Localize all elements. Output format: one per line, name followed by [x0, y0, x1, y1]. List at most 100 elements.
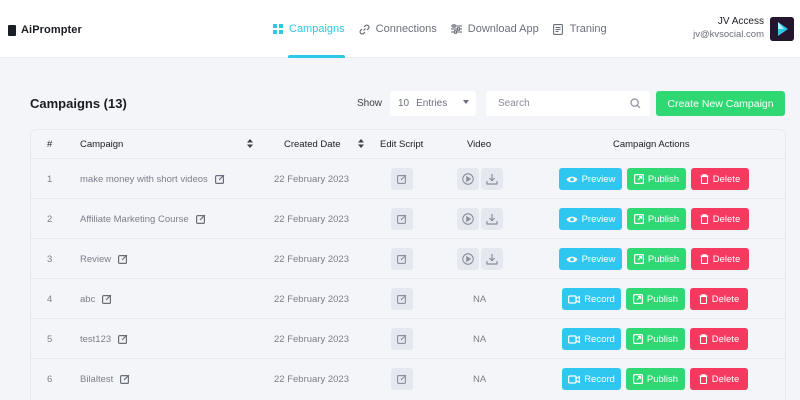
edit-script-cell [391, 359, 413, 399]
publish-icon [633, 174, 644, 184]
publish-button[interactable]: Publish [627, 248, 686, 270]
search-icon[interactable] [630, 98, 641, 109]
delete-button[interactable]: Delete [691, 168, 749, 190]
download-video-button[interactable] [481, 208, 503, 230]
nav-label-download-app: Download App [467, 23, 539, 35]
search-box [486, 91, 650, 116]
campaign-name-cell: Review [80, 239, 128, 279]
publish-icon [632, 334, 643, 344]
campaign-actions: Preview Publish Delete [559, 159, 749, 199]
preview-button[interactable]: Preview [559, 168, 622, 190]
campaign-name[interactable]: Review [80, 254, 111, 265]
campaigns-table: # Campaign Created Date Edit Script Vide… [30, 129, 786, 400]
publish-label: Publish [646, 333, 679, 345]
edit-script-button[interactable] [391, 368, 413, 390]
publish-icon [633, 254, 644, 264]
sort-icon[interactable] [247, 139, 253, 148]
edit-name-icon[interactable] [214, 174, 225, 184]
sliders-icon [450, 24, 462, 35]
avatar-play-icon [770, 17, 794, 41]
show-label: Show [357, 98, 383, 109]
edit-script-button[interactable] [391, 328, 413, 350]
edit-script-cell [391, 199, 413, 239]
header-campaign[interactable]: Campaign [80, 139, 123, 150]
edit-script-cell [391, 239, 413, 279]
edit-icon [397, 254, 407, 264]
edit-name-icon[interactable] [102, 294, 112, 304]
play-video-button[interactable] [457, 208, 479, 230]
play-video-button[interactable] [457, 248, 479, 270]
nav-item-connections[interactable]: Connections [359, 0, 437, 58]
video-cell [457, 199, 503, 239]
campaign-name-cell: Bilaltest [80, 359, 130, 399]
edit-icon [397, 334, 407, 344]
publish-button[interactable]: Publish [626, 288, 685, 310]
play-video-button[interactable] [457, 168, 479, 190]
publish-button[interactable]: Publish [627, 168, 686, 190]
created-date: 22 February 2023 [274, 333, 349, 345]
campaign-actions: Preview Publish Delete [559, 199, 749, 239]
delete-button[interactable]: Delete [690, 288, 748, 310]
edit-name-icon[interactable] [195, 214, 206, 224]
nav-item-campaigns[interactable]: Campaigns [272, 0, 345, 58]
publish-button[interactable]: Publish [626, 328, 685, 350]
edit-name-icon[interactable] [120, 374, 130, 384]
campaign-name[interactable]: abc [80, 294, 95, 305]
create-campaign-button[interactable]: Create New Campaign [656, 91, 785, 116]
avatar[interactable] [770, 17, 794, 41]
edit-name-icon[interactable] [118, 254, 128, 264]
campaign-name[interactable]: Affiliate Marketing Course [80, 214, 189, 225]
delete-button[interactable]: Delete [691, 208, 749, 230]
campaign-name[interactable]: test123 [80, 334, 111, 345]
trash-icon [700, 254, 709, 264]
record-label: Record [584, 333, 615, 345]
user-info[interactable]: JV Access jv@kvsocial.com [693, 16, 764, 40]
publish-button[interactable]: Publish [627, 208, 686, 230]
campaign-actions: Preview Publish Delete [559, 239, 749, 279]
app-logo[interactable]: AiPrompter [8, 24, 82, 36]
edit-script-button[interactable] [391, 288, 413, 310]
publish-icon [632, 294, 643, 304]
row-number: 6 [47, 373, 53, 385]
record-button[interactable]: Record [562, 368, 621, 390]
delete-button[interactable]: Delete [691, 248, 749, 270]
publish-label: Publish [646, 293, 679, 305]
search-input[interactable] [486, 91, 621, 116]
preview-button[interactable]: Preview [559, 208, 622, 230]
table-row: 5 test123 22 February 2023 NA Record Pub… [31, 318, 785, 358]
header-campaign-actions: Campaign Actions [613, 139, 690, 150]
campaign-name-cell: Affiliate Marketing Course [80, 199, 206, 239]
header-created-date[interactable]: Created Date [284, 139, 341, 150]
delete-button[interactable]: Delete [690, 368, 748, 390]
preview-button[interactable]: Preview [559, 248, 622, 270]
edit-script-button[interactable] [391, 248, 413, 270]
record-button[interactable]: Record [562, 328, 621, 350]
eye-icon [566, 215, 578, 224]
publish-label: Publish [646, 373, 679, 385]
play-icon [462, 213, 474, 225]
delete-label: Delete [712, 213, 741, 225]
camera-icon [568, 334, 581, 344]
publish-icon [633, 214, 644, 224]
campaign-name-cell: make money with short videos [80, 159, 225, 199]
record-button[interactable]: Record [562, 288, 621, 310]
campaign-name[interactable]: Bilaltest [80, 374, 113, 385]
delete-button[interactable]: Delete [690, 328, 748, 350]
record-label: Record [584, 293, 615, 305]
publish-icon [632, 374, 643, 384]
entries-select[interactable]: 10 Entries [390, 91, 476, 116]
sort-icon[interactable] [358, 139, 364, 148]
nav-item-training[interactable]: Traning [553, 0, 607, 58]
download-video-button[interactable] [481, 248, 503, 270]
download-video-button[interactable] [481, 168, 503, 190]
camera-icon [568, 294, 581, 304]
publish-button[interactable]: Publish [626, 368, 685, 390]
nav-item-download-app[interactable]: Download App [450, 0, 539, 58]
user-email: jv@kvsocial.com [693, 29, 764, 40]
campaign-name[interactable]: make money with short videos [80, 174, 208, 185]
edit-script-button[interactable] [391, 168, 413, 190]
video-cell [457, 239, 503, 279]
created-date: 22 February 2023 [274, 253, 349, 265]
edit-script-button[interactable] [391, 208, 413, 230]
edit-name-icon[interactable] [118, 334, 128, 344]
